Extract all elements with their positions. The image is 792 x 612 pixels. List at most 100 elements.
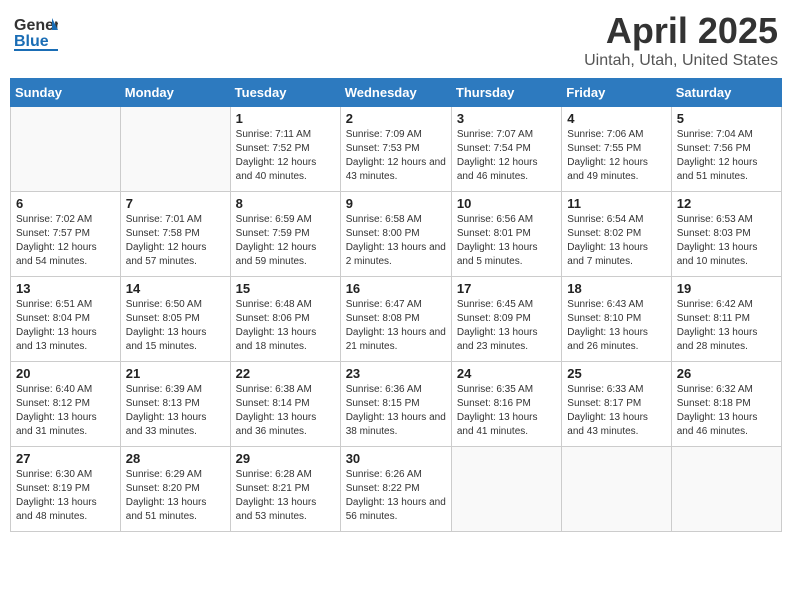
day-number: 5 <box>677 111 776 126</box>
week-row-4: 20Sunrise: 6:40 AM Sunset: 8:12 PM Dayli… <box>11 362 782 447</box>
day-info: Sunrise: 6:28 AM Sunset: 8:21 PM Dayligh… <box>236 468 335 524</box>
day-info: Sunrise: 6:32 AM Sunset: 8:18 PM Dayligh… <box>677 383 776 439</box>
day-info: Sunrise: 6:36 AM Sunset: 8:15 PM Dayligh… <box>346 383 446 439</box>
day-number: 18 <box>567 281 665 296</box>
week-row-1: 1 Sunrise: 7:11 AM Sunset: 7:52 PM Daylig… <box>11 107 782 192</box>
calendar-cell: 24 Sunrise: 6:35 AM Sunset: 8:16 PM Dayli… <box>451 362 561 447</box>
day-info: Sunrise: 6:56 AM Sunset: 8:01 PM Dayligh… <box>457 213 556 269</box>
day-number: 9 <box>346 196 446 211</box>
day-info: Sunrise: 6:50 AM Sunset: 8:05 PM Dayligh… <box>126 298 225 354</box>
day-number: 10 <box>457 196 556 211</box>
calendar-cell: 4Sunrise: 7:06 AM Sunset: 7:55 PM Daylig… <box>562 107 671 192</box>
day-info: Sunrise: 6:51 AM Sunset: 8:04 PM Dayligh… <box>16 298 115 354</box>
day-number: 2 <box>346 111 446 126</box>
calendar-cell <box>671 447 781 532</box>
calendar-cell <box>11 107 121 192</box>
weekday-monday: Monday <box>120 79 230 107</box>
calendar-cell: 15Sunrise: 6:48 AM Sunset: 8:06 PM Dayli… <box>230 277 340 362</box>
calendar-cell: 30 Sunrise: 6:26 AM Sunset: 8:22 PM Dayli… <box>340 447 451 532</box>
day-info: Sunrise: 6:53 AM Sunset: 8:03 PM Dayligh… <box>677 213 776 269</box>
page-header: General Blue April 2025 Uintah, Utah, Un… <box>10 10 782 70</box>
day-info: Sunrise: 6:35 AM Sunset: 8:16 PM Dayligh… <box>457 383 556 439</box>
calendar-cell: 3 Sunrise: 7:07 AM Sunset: 7:54 PM Daylig… <box>451 107 561 192</box>
day-info: Sunrise: 6:40 AM Sunset: 8:12 PM Dayligh… <box>16 383 115 439</box>
calendar-cell: 18Sunrise: 6:43 AM Sunset: 8:10 PM Dayli… <box>562 277 671 362</box>
calendar-cell: 5 Sunrise: 7:04 AM Sunset: 7:56 PM Daylig… <box>671 107 781 192</box>
calendar-cell: 14 Sunrise: 6:50 AM Sunset: 8:05 PM Dayli… <box>120 277 230 362</box>
day-number: 25 <box>567 366 665 381</box>
day-number: 12 <box>677 196 776 211</box>
day-number: 28 <box>126 451 225 466</box>
day-number: 8 <box>236 196 335 211</box>
calendar-location: Uintah, Utah, United States <box>584 52 778 70</box>
logo-icon: General Blue <box>14 10 58 54</box>
calendar-cell: 21 Sunrise: 6:39 AM Sunset: 8:13 PM Dayli… <box>120 362 230 447</box>
day-info: Sunrise: 6:30 AM Sunset: 8:19 PM Dayligh… <box>16 468 115 524</box>
day-info: Sunrise: 7:07 AM Sunset: 7:54 PM Dayligh… <box>457 128 556 184</box>
svg-text:Blue: Blue <box>14 33 49 50</box>
day-info: Sunrise: 6:33 AM Sunset: 8:17 PM Dayligh… <box>567 383 665 439</box>
week-row-3: 13Sunrise: 6:51 AM Sunset: 8:04 PM Dayli… <box>11 277 782 362</box>
weekday-header-row: SundayMondayTuesdayWednesdayThursdayFrid… <box>11 79 782 107</box>
calendar-cell: 25 Sunrise: 6:33 AM Sunset: 8:17 PM Dayli… <box>562 362 671 447</box>
day-info: Sunrise: 6:26 AM Sunset: 8:22 PM Dayligh… <box>346 468 446 524</box>
day-info: Sunrise: 7:04 AM Sunset: 7:56 PM Dayligh… <box>677 128 776 184</box>
day-number: 6 <box>16 196 115 211</box>
calendar-cell: 27Sunrise: 6:30 AM Sunset: 8:19 PM Dayli… <box>11 447 121 532</box>
calendar-table: SundayMondayTuesdayWednesdayThursdayFrid… <box>10 78 782 532</box>
day-number: 14 <box>126 281 225 296</box>
calendar-cell: 16 Sunrise: 6:47 AM Sunset: 8:08 PM Dayli… <box>340 277 451 362</box>
svg-text:General: General <box>14 17 58 34</box>
day-info: Sunrise: 6:42 AM Sunset: 8:11 PM Dayligh… <box>677 298 776 354</box>
day-number: 7 <box>126 196 225 211</box>
weekday-thursday: Thursday <box>451 79 561 107</box>
calendar-cell: 22Sunrise: 6:38 AM Sunset: 8:14 PM Dayli… <box>230 362 340 447</box>
calendar-cell: 11 Sunrise: 6:54 AM Sunset: 8:02 PM Dayli… <box>562 192 671 277</box>
calendar-cell: 20Sunrise: 6:40 AM Sunset: 8:12 PM Dayli… <box>11 362 121 447</box>
day-info: Sunrise: 7:11 AM Sunset: 7:52 PM Dayligh… <box>236 128 335 184</box>
day-number: 1 <box>236 111 335 126</box>
day-info: Sunrise: 6:47 AM Sunset: 8:08 PM Dayligh… <box>346 298 446 354</box>
day-info: Sunrise: 7:06 AM Sunset: 7:55 PM Dayligh… <box>567 128 665 184</box>
weekday-wednesday: Wednesday <box>340 79 451 107</box>
calendar-cell: 17Sunrise: 6:45 AM Sunset: 8:09 PM Dayli… <box>451 277 561 362</box>
calendar-cell: 23 Sunrise: 6:36 AM Sunset: 8:15 PM Dayli… <box>340 362 451 447</box>
day-number: 29 <box>236 451 335 466</box>
day-number: 21 <box>126 366 225 381</box>
day-number: 22 <box>236 366 335 381</box>
weekday-saturday: Saturday <box>671 79 781 107</box>
calendar-cell <box>120 107 230 192</box>
day-info: Sunrise: 6:59 AM Sunset: 7:59 PM Dayligh… <box>236 213 335 269</box>
calendar-body: 1 Sunrise: 7:11 AM Sunset: 7:52 PM Daylig… <box>11 107 782 532</box>
calendar-cell: 8 Sunrise: 6:59 AM Sunset: 7:59 PM Daylig… <box>230 192 340 277</box>
day-number: 15 <box>236 281 335 296</box>
day-number: 16 <box>346 281 446 296</box>
week-row-5: 27Sunrise: 6:30 AM Sunset: 8:19 PM Dayli… <box>11 447 782 532</box>
calendar-cell: 12 Sunrise: 6:53 AM Sunset: 8:03 PM Dayli… <box>671 192 781 277</box>
day-number: 23 <box>346 366 446 381</box>
day-info: Sunrise: 6:39 AM Sunset: 8:13 PM Dayligh… <box>126 383 225 439</box>
day-info: Sunrise: 6:54 AM Sunset: 8:02 PM Dayligh… <box>567 213 665 269</box>
calendar-cell <box>451 447 561 532</box>
calendar-cell: 13Sunrise: 6:51 AM Sunset: 8:04 PM Dayli… <box>11 277 121 362</box>
day-number: 19 <box>677 281 776 296</box>
calendar-cell <box>562 447 671 532</box>
day-number: 30 <box>346 451 446 466</box>
calendar-cell: 2 Sunrise: 7:09 AM Sunset: 7:53 PM Daylig… <box>340 107 451 192</box>
calendar-cell: 28 Sunrise: 6:29 AM Sunset: 8:20 PM Dayli… <box>120 447 230 532</box>
day-info: Sunrise: 6:29 AM Sunset: 8:20 PM Dayligh… <box>126 468 225 524</box>
day-number: 3 <box>457 111 556 126</box>
day-number: 24 <box>457 366 556 381</box>
day-info: Sunrise: 7:09 AM Sunset: 7:53 PM Dayligh… <box>346 128 446 184</box>
calendar-cell: 26 Sunrise: 6:32 AM Sunset: 8:18 PM Dayli… <box>671 362 781 447</box>
day-info: Sunrise: 6:45 AM Sunset: 8:09 PM Dayligh… <box>457 298 556 354</box>
calendar-cell: 29 Sunrise: 6:28 AM Sunset: 8:21 PM Dayli… <box>230 447 340 532</box>
calendar-cell: 19 Sunrise: 6:42 AM Sunset: 8:11 PM Dayli… <box>671 277 781 362</box>
weekday-tuesday: Tuesday <box>230 79 340 107</box>
day-number: 11 <box>567 196 665 211</box>
weekday-sunday: Sunday <box>11 79 121 107</box>
calendar-cell: 7Sunrise: 7:01 AM Sunset: 7:58 PM Daylig… <box>120 192 230 277</box>
calendar-cell: 1 Sunrise: 7:11 AM Sunset: 7:52 PM Daylig… <box>230 107 340 192</box>
day-number: 26 <box>677 366 776 381</box>
calendar-title: April 2025 <box>584 10 778 52</box>
